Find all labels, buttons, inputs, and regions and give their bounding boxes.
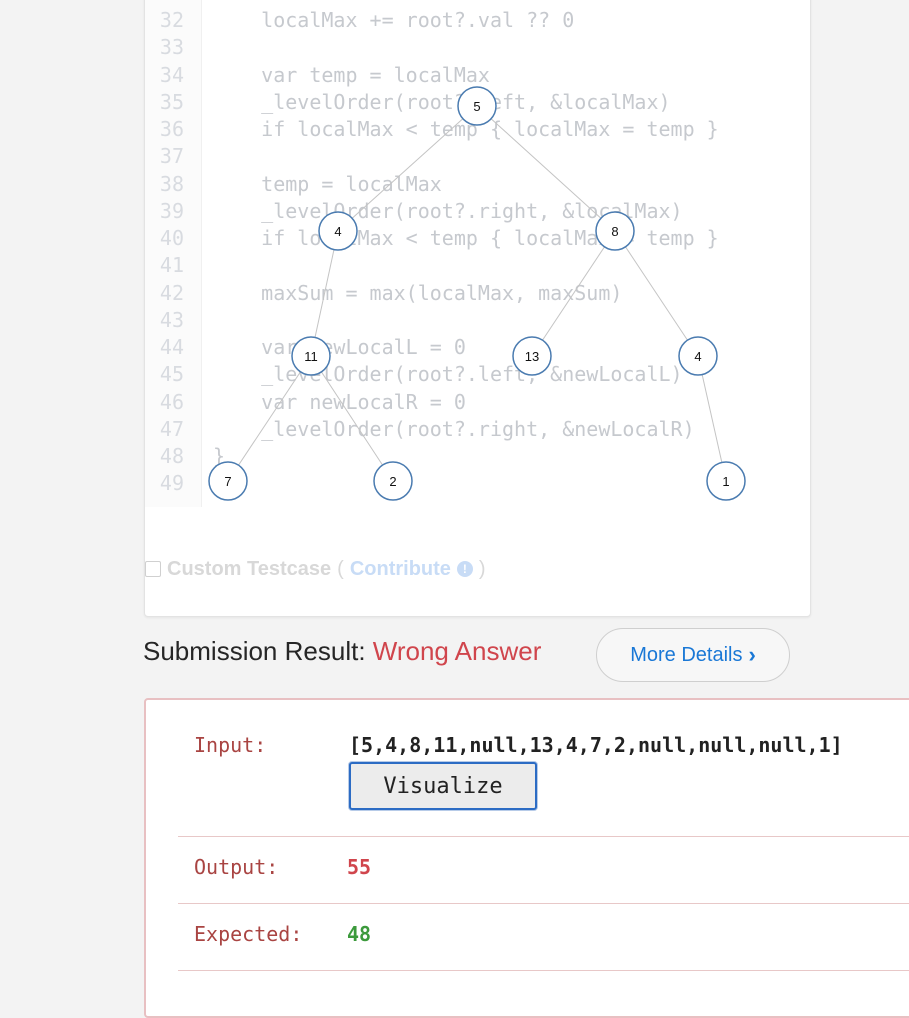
tree-node: 2: [373, 461, 413, 501]
tree-node: 1: [706, 461, 746, 501]
submission-result-prefix: Submission Result:: [143, 636, 366, 666]
custom-testcase-row: Custom Testcase ( Contribute ! ): [145, 556, 486, 582]
divider: [178, 970, 909, 971]
tree-node-value: 4: [334, 224, 341, 239]
tree-edge: [614, 230, 699, 357]
contribute-link[interactable]: Contribute: [350, 558, 451, 581]
input-label: Input:: [194, 733, 267, 757]
output-value: 55: [347, 855, 372, 879]
close-paren: ): [478, 557, 486, 580]
tree-node-value: 2: [389, 474, 396, 489]
tree-edge: [531, 230, 616, 357]
tree-node-value: 7: [224, 474, 231, 489]
tree-node-value: 11: [304, 349, 318, 364]
more-details-label: More Details: [630, 643, 743, 666]
tree-node: 5: [457, 86, 497, 126]
input-value: [5,4,8,11,null,13,4,7,2,null,null,null,1…: [349, 733, 843, 757]
visualize-button[interactable]: Visualize: [349, 762, 537, 810]
divider: [178, 903, 909, 904]
tree-node: 8: [595, 211, 635, 251]
expected-value: 48: [347, 922, 372, 946]
submission-status: Wrong Answer: [372, 636, 542, 666]
tree-node: 4: [678, 336, 718, 376]
submission-result-heading: Submission Result: Wrong Answer: [143, 636, 541, 667]
tree-edge: [337, 105, 478, 232]
binary-tree-visualization: 5 4 8 11 13 4 7 2 1: [208, 86, 746, 501]
custom-testcase-checkbox[interactable]: [145, 561, 161, 577]
tree-node-value: 13: [525, 349, 539, 364]
info-icon[interactable]: !: [456, 561, 473, 577]
tree-node: 13: [512, 336, 552, 376]
tree-edge: [310, 355, 394, 482]
tree-node-value: 1: [722, 474, 729, 489]
chevron-right-icon: ›: [748, 642, 756, 667]
output-label: Output:: [194, 855, 279, 879]
tree-node-value: 5: [473, 99, 480, 114]
tree-edge: [227, 355, 312, 482]
tree-node: 11: [291, 336, 331, 376]
expected-label: Expected:: [194, 922, 303, 946]
tree-node: 4: [318, 211, 358, 251]
divider: [178, 836, 909, 837]
open-paren: (: [337, 557, 344, 580]
custom-testcase-label: Custom Testcase: [167, 557, 332, 580]
tree-node-value: 4: [694, 349, 701, 364]
more-details-button[interactable]: More Details ›: [596, 628, 790, 682]
tree-node-value: 8: [611, 224, 618, 239]
tree-node: 7: [208, 461, 248, 501]
tree-edge: [476, 105, 616, 232]
